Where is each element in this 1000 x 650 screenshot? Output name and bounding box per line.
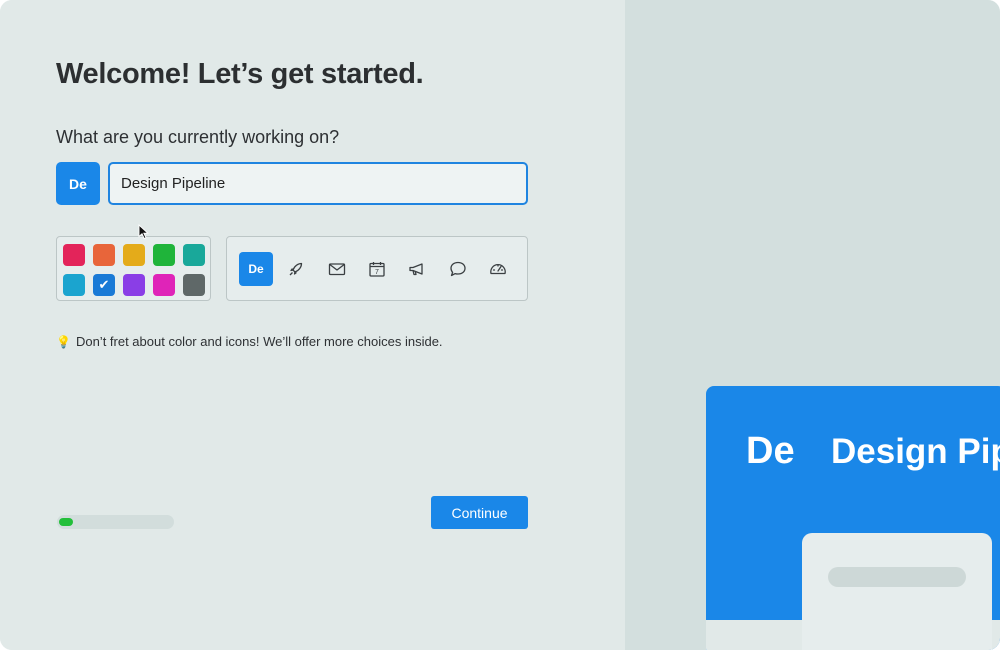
color-swatch-magenta[interactable] <box>153 274 175 296</box>
color-swatch-gray[interactable] <box>183 274 205 296</box>
preview-placeholder-line <box>828 567 966 587</box>
color-swatch-teal[interactable] <box>183 244 205 266</box>
svg-text:7: 7 <box>375 269 379 276</box>
calendar-icon[interactable]: 7 <box>360 252 394 286</box>
color-swatch-green[interactable] <box>153 244 175 266</box>
onboarding-window: Welcome! Let’s get started. What are you… <box>0 0 1000 650</box>
rocket-icon[interactable] <box>279 252 313 286</box>
megaphone-icon[interactable] <box>400 252 434 286</box>
speedometer-icon[interactable] <box>481 252 515 286</box>
progress-bar <box>57 515 174 529</box>
preview-list-card <box>802 533 992 650</box>
project-avatar: De <box>56 162 100 205</box>
speech-bubble-icon[interactable] <box>441 252 475 286</box>
tip-message: Don’t fret about color and icons! We’ll … <box>75 334 443 349</box>
mouse-pointer-icon <box>138 224 149 240</box>
color-swatch-crimson[interactable] <box>63 244 85 266</box>
preview-project-name: Design Pipeline <box>831 432 1000 471</box>
color-swatch-purple[interactable] <box>123 274 145 296</box>
continue-button[interactable]: Continue <box>431 496 528 529</box>
envelope-icon[interactable] <box>320 252 354 286</box>
color-swatch-blue[interactable]: ✔ <box>93 274 115 296</box>
icon-picker: De 7 <box>226 236 528 301</box>
icon-option-abbreviation[interactable]: De <box>239 252 273 286</box>
color-swatch-amber[interactable] <box>123 244 145 266</box>
preview-abbreviation: De <box>746 430 795 472</box>
color-picker: ✔ <box>56 236 211 301</box>
color-swatch-cyan[interactable] <box>63 274 85 296</box>
tip-text: 💡 Don’t fret about color and icons! We’ll… <box>56 334 443 349</box>
page-title: Welcome! Let’s get started. <box>56 58 424 90</box>
checkmark-icon: ✔ <box>98 277 110 292</box>
progress-fill <box>57 515 74 529</box>
setup-panel: Welcome! Let’s get started. What are you… <box>0 0 625 650</box>
project-question: What are you currently working on? <box>56 127 340 147</box>
color-swatch-orange[interactable] <box>93 244 115 266</box>
project-preview-card: De Design Pipeline <box>706 386 1000 650</box>
project-name-input[interactable] <box>108 162 528 205</box>
lightbulb-icon: 💡 <box>56 335 71 349</box>
